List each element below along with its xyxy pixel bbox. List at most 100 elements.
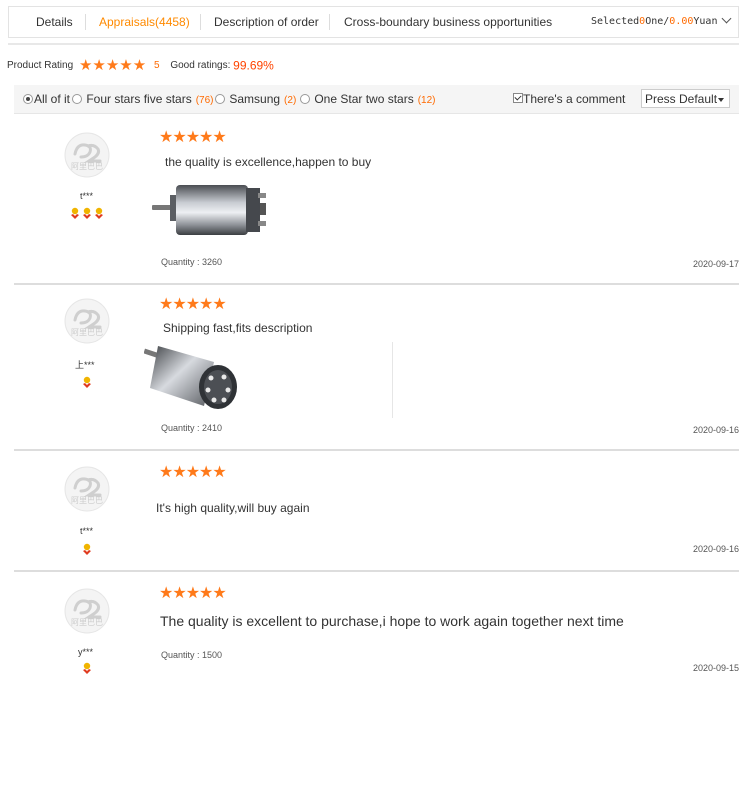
star-icon: ★ [199,585,213,602]
tab-divider [329,14,330,30]
reviewer-name: y*** [78,647,94,657]
star-icon: ★ [159,585,173,602]
star-icon: ★ [212,129,226,146]
selected-prefix: Selected [591,16,640,27]
radio-icon[interactable] [215,94,225,104]
review-date: 2020-09-16 [692,544,739,554]
filter-has-comment[interactable]: There's a comment [513,92,625,106]
star-icon: ★ [78,57,93,74]
review-text: the quality is excellence,happen to buy [165,155,372,169]
alibaba-avatar-icon [64,298,110,344]
chevron-down-icon[interactable] [722,13,732,24]
tab-divider [200,14,201,30]
filter-all-label: All of it [34,92,71,106]
star-icon: ★ [172,585,186,602]
reviewer-name: t*** [80,191,94,201]
star-icon: ★ [212,296,226,313]
tab-bar: Details Appraisals(4458) Description of … [8,6,739,38]
motor-photo[interactable] [144,340,240,415]
star-icon: ★ [185,464,200,481]
review-stars: ★★★★★ [159,129,227,147]
sort-select-value: Press Default [645,92,718,106]
star-icon: ★ [185,296,200,313]
review-quantity: Quantity : 2410 [161,423,223,433]
star-icon: ★ [92,57,106,74]
tab-appraisals[interactable]: Appraisals(4458) [99,7,190,37]
star-icon: ★ [185,585,200,602]
review-date: 2020-09-16 [692,425,739,435]
alibaba-avatar-icon [64,466,110,512]
alibaba-avatar-icon [64,588,110,634]
star-icon: ★ [172,464,186,481]
tab-details[interactable]: Details [36,7,73,37]
divider [8,43,739,45]
star-icon: ★ [212,585,226,602]
selected-summary[interactable]: Selected0One/0.00Yuan [591,7,732,37]
star-icon: ★ [159,129,173,146]
alibaba-avatar-icon [64,132,110,178]
motor-photo[interactable] [150,181,275,241]
review-date: 2020-09-17 [692,259,739,269]
review-text: The quality is excellent to purchase,i h… [160,613,624,629]
filter-all[interactable]: All of it [23,92,70,106]
medal-icon [83,376,91,388]
filter-count: (2) [284,95,297,106]
tab-description-of-order[interactable]: Description of order [214,7,319,37]
caret-down-icon [718,98,724,102]
sort-select[interactable]: Press Default [641,89,730,108]
star-icon: ★ [199,296,213,313]
filter-one-two-stars[interactable]: One Star two stars (12) [300,92,436,106]
star-icon: ★ [199,129,213,146]
review-item: t*** ★★★★★ the quality is excellence,hap… [14,115,739,285]
star-icon: ★ [132,57,147,74]
filter-has-comment-label: There's a comment [523,92,626,106]
star-icon: ★ [159,296,173,313]
filter-count: (76) [195,95,214,106]
product-rating-stars: ★★★★★ [79,58,146,73]
checkbox-icon[interactable] [513,93,523,103]
review-quantity: Quantity : 3260 [161,257,223,267]
image-border [392,342,393,418]
good-ratings-label: Good ratings: [170,60,231,71]
product-rating: Product Rating ★★★★★ 5 Good ratings: 99.… [7,58,274,76]
star-icon: ★ [172,129,186,146]
review-item: y*** ★★★★★ The quality is excellent to p… [14,572,739,682]
review-quantity: Quantity : 1500 [161,650,223,660]
selected-suffix: Yuan [693,16,718,27]
medal-icon [71,207,103,219]
radio-icon[interactable] [23,94,33,104]
selected-mid: One/ [645,16,670,27]
review-item: t*** ★★★★★ It's high quality,will buy ag… [14,451,739,572]
star-icon: ★ [105,57,120,74]
medal-icon [83,662,91,674]
review-stars: ★★★★★ [159,585,227,603]
review-text: Shipping fast,fits description [163,321,313,335]
star-icon: ★ [172,296,186,313]
reviewer-name: 上*** [75,360,95,370]
product-rating-score: 5 [153,60,160,71]
review-date: 2020-09-15 [692,663,739,673]
tab-cross-boundary[interactable]: Cross-boundary business opportunities [344,7,552,37]
radio-icon[interactable] [72,94,82,104]
filter-samsung[interactable]: Samsung (2) [215,92,296,106]
medal-icon [83,543,91,555]
tab-divider [85,14,86,30]
review-stars: ★★★★★ [159,296,227,314]
filter-bar: All of it Four stars five stars (76) Sams… [14,85,739,114]
review-text: It's high quality,will buy again [156,501,310,515]
filter-label: One Star two stars [314,92,414,106]
reviewer-name: t*** [80,526,94,536]
star-icon: ★ [185,129,200,146]
star-icon: ★ [212,464,226,481]
filter-four-five-stars[interactable]: Four stars five stars (76) [72,92,214,106]
star-icon: ★ [159,464,173,481]
product-rating-label: Product Rating [7,60,74,71]
good-ratings-value: 99.69% [233,58,274,73]
review-item: 上*** ★★★★★ Shipping fast,fits descriptio… [14,285,739,451]
selected-amount: 0.00 [669,16,694,27]
star-icon: ★ [199,464,213,481]
radio-icon[interactable] [300,94,310,104]
review-stars: ★★★★★ [159,464,227,482]
star-icon: ★ [119,57,133,74]
filter-count: (12) [417,95,436,106]
